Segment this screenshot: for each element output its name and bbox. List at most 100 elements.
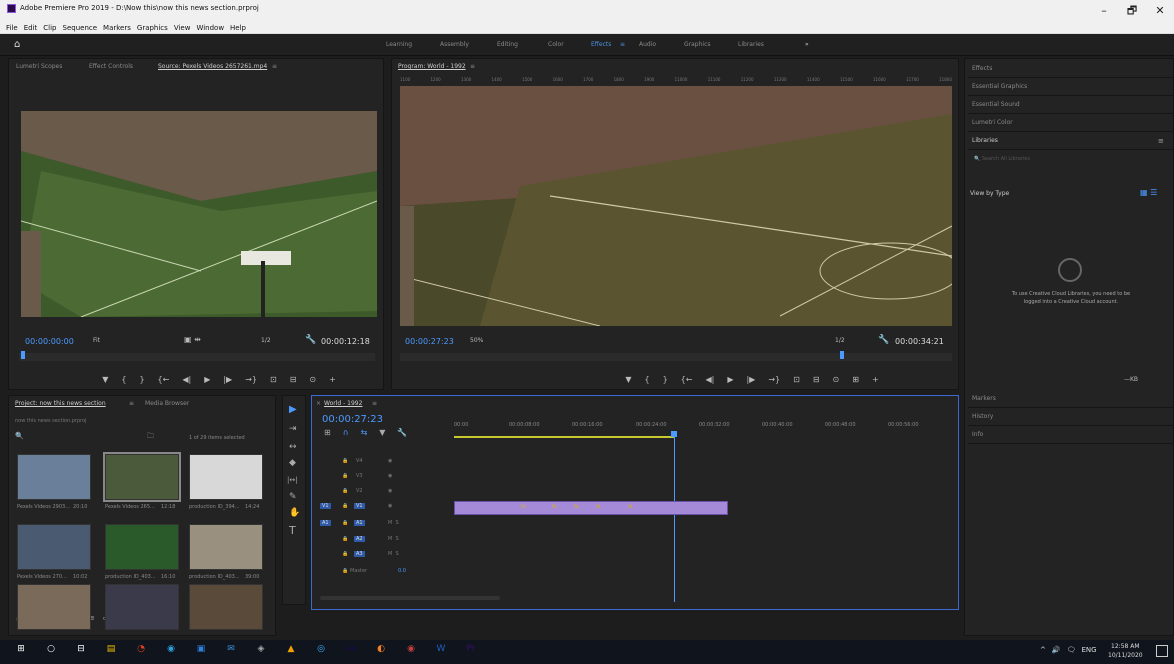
- step-forward-button[interactable]: |▶: [223, 375, 232, 384]
- timeline-horizontal-scrollbar[interactable]: [320, 596, 500, 600]
- selection-tool-icon[interactable]: ▶: [289, 404, 297, 415]
- project-item-thumbnail[interactable]: [105, 584, 179, 630]
- libraries-menu-icon[interactable]: ≡: [1158, 137, 1164, 145]
- program-step-forward-button[interactable]: |▶: [746, 375, 755, 384]
- program-go-to-out-button[interactable]: →}: [768, 375, 780, 384]
- wrench-icon[interactable]: 🔧: [305, 335, 316, 345]
- volume-icon[interactable]: 🔊: [1052, 646, 1061, 654]
- timeline-time-ruler[interactable]: 00:00 00:00:08:00 00:00:16:00 00:00:24:0…: [454, 416, 949, 440]
- comparison-view-button[interactable]: ⊞: [852, 375, 859, 384]
- source-playhead[interactable]: [21, 351, 25, 359]
- program-wrench-icon[interactable]: 🔧: [878, 335, 889, 345]
- program-timeline-ruler[interactable]: [400, 351, 952, 361]
- program-mark-in-button[interactable]: {: [644, 375, 649, 384]
- track-v3[interactable]: 🔒 V3 ◉: [312, 473, 452, 485]
- workspace-graphics[interactable]: Graphics: [684, 41, 711, 48]
- taskbar-app-icon[interactable]: ⊟: [74, 644, 88, 658]
- menu-help[interactable]: Help: [230, 22, 246, 34]
- menu-view[interactable]: View: [174, 22, 191, 34]
- track-v2[interactable]: 🔒 V2 ◉: [312, 488, 452, 500]
- history-panel-header[interactable]: History: [968, 408, 1174, 426]
- project-item-thumbnail[interactable]: [17, 584, 91, 630]
- workspace-more[interactable]: »: [805, 41, 809, 48]
- go-to-out-button[interactable]: →}: [245, 375, 257, 384]
- hand-tool-icon[interactable]: ✋: [289, 508, 300, 518]
- menu-clip[interactable]: Clip: [43, 22, 56, 34]
- libraries-header[interactable]: Libraries: [968, 132, 1174, 150]
- tab-sequence[interactable]: World - 1992: [324, 400, 362, 407]
- ripple-edit-tool-icon[interactable]: ↔: [289, 442, 297, 452]
- tab-program[interactable]: Program: World - 1992: [398, 63, 466, 70]
- source-timecode[interactable]: 00:00:00:00: [25, 337, 74, 346]
- tab-source[interactable]: Source: Pexels Videos 2657261.mp4: [158, 63, 267, 70]
- taskbar-app-icon[interactable]: ◔: [134, 644, 148, 658]
- workspace-assembly[interactable]: Assembly: [440, 41, 469, 48]
- timeline-menu-icon[interactable]: ≡: [372, 400, 377, 407]
- program-resolution-dropdown[interactable]: 1/2: [835, 337, 845, 344]
- taskbar-app-icon[interactable]: ◉: [404, 644, 418, 658]
- grid-view-icon[interactable]: ▦ ☰: [1140, 188, 1157, 197]
- menu-edit[interactable]: Edit: [24, 22, 38, 34]
- taskbar-app-icon[interactable]: ◈: [254, 644, 268, 658]
- taskbar-app-icon[interactable]: W: [434, 644, 448, 658]
- minimize-button[interactable]: –: [1090, 0, 1118, 22]
- track-master[interactable]: 🔒 Master 0.0: [312, 568, 452, 580]
- project-panel-menu-icon[interactable]: ≡: [129, 400, 134, 407]
- taskbar-app-icon[interactable]: ▣: [194, 644, 208, 658]
- insert-button[interactable]: ⊡: [270, 375, 277, 384]
- add-marker-icon[interactable]: ▼: [379, 428, 385, 437]
- menu-sequence[interactable]: Sequence: [63, 22, 98, 34]
- effects-panel-header[interactable]: Effects: [968, 60, 1174, 78]
- export-frame-button[interactable]: ⊙: [309, 375, 316, 384]
- view-by-type-dropdown[interactable]: View by Type: [970, 190, 1009, 197]
- workspace-learning[interactable]: Learning: [386, 41, 412, 48]
- program-step-back-button[interactable]: ◀|: [705, 375, 714, 384]
- tab-media-browser[interactable]: Media Browser: [145, 400, 189, 407]
- project-item-thumbnail[interactable]: [105, 524, 179, 570]
- overwrite-button[interactable]: ⊟: [290, 375, 297, 384]
- v1-clip-track[interactable]: [454, 501, 728, 515]
- program-panel-menu-icon[interactable]: ≡: [470, 63, 475, 70]
- project-item-thumbnail[interactable]: [189, 584, 263, 630]
- source-timeline-ruler[interactable]: [19, 351, 375, 361]
- project-search-icon[interactable]: 🔍: [15, 432, 24, 440]
- taskbar-app-icon[interactable]: ▲: [284, 644, 298, 658]
- info-panel-header[interactable]: Info: [968, 426, 1174, 444]
- lumetri-color-header[interactable]: Lumetri Color: [968, 114, 1174, 132]
- tray-chevron-icon[interactable]: ^: [1040, 646, 1046, 654]
- settings-wrench-icon[interactable]: 🔧: [397, 428, 407, 437]
- project-item-thumbnail[interactable]: [17, 454, 91, 500]
- tab-project[interactable]: Project: now this news section: [15, 400, 106, 407]
- mark-in-button[interactable]: {: [121, 375, 126, 384]
- snap-icon[interactable]: ∩: [343, 428, 349, 437]
- libraries-search-input[interactable]: 🔍 Search All Libraries: [968, 152, 1168, 166]
- play-button[interactable]: ▶: [204, 375, 210, 384]
- taskbar-app-icon[interactable]: ○: [44, 644, 58, 658]
- clock[interactable]: 12:58 AM 10/11/2020: [1108, 642, 1143, 660]
- nest-toggle-icon[interactable]: ⊞: [324, 428, 331, 437]
- add-marker-button[interactable]: ▼: [102, 375, 108, 384]
- track-a2[interactable]: 🔒 A2 M S: [312, 536, 452, 548]
- menu-graphics[interactable]: Graphics: [137, 22, 168, 34]
- pen-tool-icon[interactable]: ✎: [289, 492, 297, 502]
- workspace-menu-icon[interactable]: ≡: [620, 41, 625, 48]
- track-v1[interactable]: V1 🔒 V1 ◉: [312, 503, 452, 515]
- essential-sound-header[interactable]: Essential Sound: [968, 96, 1174, 114]
- language-indicator[interactable]: ENG: [1081, 646, 1096, 654]
- timeline-timecode[interactable]: 00:00:27:23: [322, 414, 383, 425]
- lift-button[interactable]: ⊡: [793, 375, 800, 384]
- mark-out-button[interactable]: }: [139, 375, 144, 384]
- menu-window[interactable]: Window: [196, 22, 224, 34]
- project-item-thumbnail[interactable]: [103, 452, 181, 502]
- tab-effect-controls[interactable]: Effect Controls: [89, 63, 133, 70]
- linked-selection-icon[interactable]: ⇆: [361, 428, 368, 437]
- type-tool-icon[interactable]: T: [289, 524, 296, 537]
- program-go-to-in-button[interactable]: {←: [681, 375, 693, 384]
- workspace-audio[interactable]: Audio: [639, 41, 656, 48]
- track-a1[interactable]: A1 🔒 A1 M S: [312, 520, 452, 532]
- taskbar-app-icon[interactable]: Pr: [464, 644, 478, 658]
- taskbar-app-icon[interactable]: ▤: [104, 644, 118, 658]
- program-play-button[interactable]: ▶: [727, 375, 733, 384]
- taskbar-app-icon[interactable]: ◉: [164, 644, 178, 658]
- notifications-icon[interactable]: [1156, 645, 1168, 657]
